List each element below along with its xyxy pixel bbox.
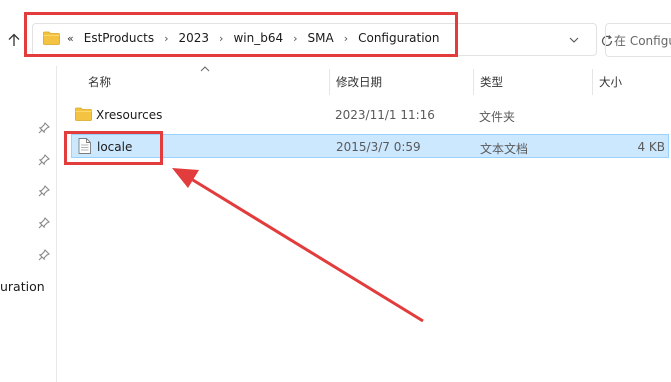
annotation-arrow bbox=[172, 168, 424, 323]
